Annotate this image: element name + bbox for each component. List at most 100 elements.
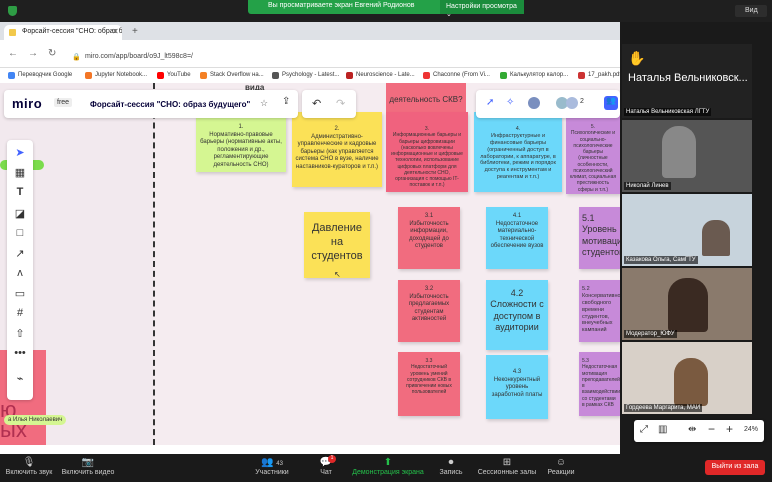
more-icon[interactable]: ••• [11,347,29,359]
record-button[interactable]: ⏺ Запись [436,457,466,476]
participant-name: Модератор_ЮФУ [624,330,677,338]
breakout-label: Сессионные залы [477,469,537,476]
participant-tile[interactable]: Николай Линев [622,120,752,192]
view-settings-button[interactable]: Настройки просмотра ⌄ [440,0,524,18]
back-icon[interactable]: ← [8,48,18,59]
shape-icon[interactable]: □ [11,227,29,239]
sticky-note[interactable]: 4.2 Сложности с доступом в аудитории [486,280,548,350]
question-sticky-partial[interactable]: деятельность СКВ? [386,83,466,115]
view-button[interactable]: Вид [735,5,767,17]
sticky-note[interactable]: Давление на студентов [304,212,370,278]
psychology-icon [272,72,279,79]
undo-icon[interactable]: ↶ [312,97,321,110]
bookmark-item[interactable]: Калькулятор калор... [510,72,568,78]
sticky-note[interactable]: 3.3 Недостаточный уровень умений сотрудн… [398,352,460,416]
upload-icon[interactable]: ⇧ [11,327,29,340]
start-video-button[interactable]: 📷 Включить видео [60,457,116,476]
sticky-note[interactable]: 4. Инфраструктурные и финансовые барьеры… [474,112,562,192]
share-screen-button[interactable]: ⬆ Демонстрация экрана [350,457,426,476]
record-icon: ⏺ [448,457,454,468]
breakout-rooms-button[interactable]: ⊞ Сессионные залы [476,457,538,476]
star-icon[interactable]: ☆ [260,98,268,109]
reactions-icon: ☺ [555,457,567,468]
share-upload-icon[interactable]: ⇪ [282,96,290,107]
sticky-note-icon[interactable]: ◪ [11,207,29,220]
unmute-button[interactable]: 🎙 Включить звук [4,457,54,476]
participant-tile[interactable]: Казакова Ольга, СамГТУ [622,194,752,266]
pdf-icon [578,72,585,79]
browser-tab[interactable]: Форсайт-сессия "СНО: образ б... [4,25,122,40]
celebrate-icon[interactable]: ✧ [506,97,514,108]
sticky-note[interactable]: 2. Административно-управленческие и кадр… [292,112,382,187]
chat-badge: 1 [328,455,336,463]
avatar[interactable] [566,97,578,109]
banner-text: Вы просматриваете экран Евгений Родионов [268,2,415,9]
mouse-cursor-icon: ↖ [334,270,341,279]
bookmark-item[interactable]: Jupyter Notebook... [95,72,147,78]
plan-badge[interactable]: free [54,98,73,107]
url-field[interactable]: miro.com/app/board/o9J_lt598c8=/ [85,53,193,60]
forward-icon[interactable]: → [28,48,38,59]
sticky-note[interactable]: 5.2 Консервативность свободного времени … [579,280,620,342]
text-icon[interactable]: T [11,186,29,198]
bookmark-item[interactable]: Переводчик Google [18,72,72,78]
fit-width-icon[interactable]: ⇹ [688,424,696,435]
line-icon[interactable]: ↗ [11,247,29,260]
youtube-icon [157,72,164,79]
select-icon[interactable]: ➤ [11,146,29,159]
participant-video [668,278,708,332]
pen-icon[interactable]: ʌ [11,267,29,279]
cursor-arrow-icon[interactable]: ➚ [486,97,494,108]
sticky-note[interactable]: 5.3 Недостаточная мотивация преподавател… [579,352,620,416]
bookmark-item[interactable]: 17_pakh.pdf [588,72,621,78]
reactions-button[interactable]: ☺ Реакции [546,457,576,476]
frame-dashed-border [153,83,155,445]
participant-name: Казакова Ольга, СамГТУ [624,256,698,264]
bookmark-item[interactable]: YouTube [167,72,191,78]
reload-icon[interactable]: ↻ [48,48,56,59]
bookmark-item[interactable]: Stack Overflow на... [210,72,264,78]
sticky-note[interactable]: 3.1 Избыточность информации, доходящей д… [398,207,460,269]
jupyter-icon [85,72,92,79]
miro-logo[interactable]: miro [12,96,42,111]
neuroscience-icon [346,72,353,79]
map-icon[interactable]: ▥ [658,424,667,435]
sticky-note[interactable]: 3. Информационные барьеры и барьеры цифр… [386,112,468,192]
bookmark-item[interactable]: Chaconne (From Vi... [433,72,490,78]
participant-tile[interactable]: ✋ Наталья Вельниковск... Наталья Вельник… [622,44,752,118]
sticky-note[interactable]: 5.1 Уровень мотивации студентов [579,207,620,269]
sticky-note[interactable]: 1. Нормативно-правовые барьеры (норматив… [196,112,286,172]
bookmark-item[interactable]: Psychology - Latest... [282,72,339,78]
redo-icon[interactable]: ↷ [336,97,345,110]
comment-icon[interactable]: ▭ [11,287,29,300]
share-people-icon[interactable]: 👥 [604,96,618,110]
zoom-out-icon[interactable]: − [708,422,715,436]
unmute-label: Включить звук [5,469,53,476]
template-icon[interactable]: ▦ [11,166,29,179]
leave-room-button[interactable]: Выйти из зала [705,460,765,475]
shield-icon[interactable] [8,6,17,16]
raised-hand-icon: ✋ [628,50,646,66]
sticky-note[interactable]: 3.2 Избыточность предлагаемых студентам … [398,280,460,342]
participant-tile[interactable]: Гордеева Маргарита, МАИ [622,342,752,414]
frame-icon[interactable]: # [11,307,29,319]
bookmark-item[interactable]: Neuroscience - Late... [356,72,415,78]
zoom-in-icon[interactable]: + [726,422,733,436]
reactions-label: Реакции [547,469,575,476]
sticky-note[interactable]: 4.3 Неконкурентный уровень заработной пл… [486,355,548,419]
avatar[interactable] [528,97,540,109]
participant-tile[interactable]: Модератор_ЮФУ [622,268,752,340]
sticky-note[interactable]: 5. Психологические и социально-психологи… [566,112,620,194]
apps-icon[interactable]: ⌁ [11,372,29,385]
board-title[interactable]: Форсайт-сессия "СНО: образ будущего" [90,100,250,109]
share-screen-icon: ⬆ [383,457,393,468]
zoom-level[interactable]: 24% [744,426,758,433]
miro-favicon-icon [9,29,16,36]
fit-screen-icon[interactable]: ⤢ [640,424,648,435]
participants-label: Участники [255,469,289,476]
sticky-note[interactable]: 4.1 Недостаточное материально-техническо… [486,207,548,269]
close-tab-icon[interactable]: ✕ [112,27,119,36]
user-cursor-label: а Илья Николаевич [4,415,67,425]
participants-button[interactable]: 👥 43 Участники [250,457,294,476]
new-tab-icon[interactable]: + [132,26,138,37]
